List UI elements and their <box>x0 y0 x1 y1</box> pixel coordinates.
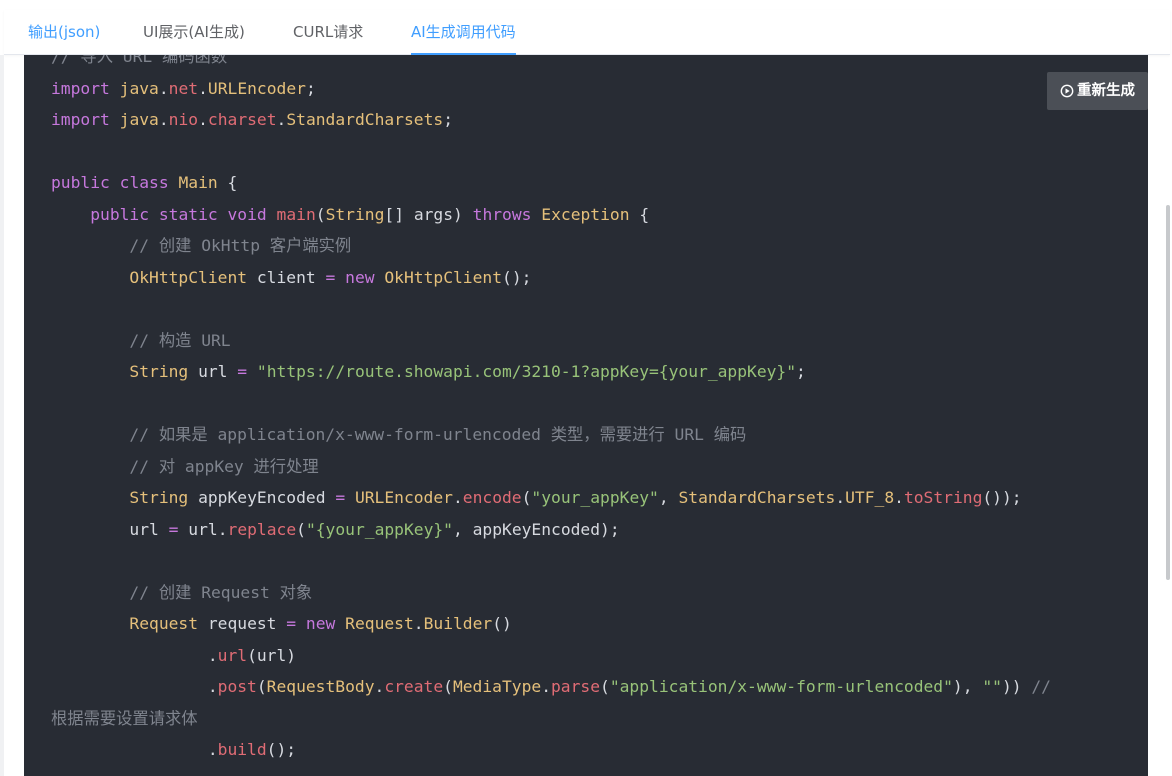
identifier: url <box>198 362 228 381</box>
comment: // <box>1031 677 1051 696</box>
code-line: .url(url) <box>51 645 297 665</box>
class-name: RequestBody <box>266 677 375 696</box>
tab-ui-display[interactable]: UI展示(AI生成) <box>143 10 245 54</box>
tab-ai-generated-code[interactable]: AI生成调用代码 <box>411 10 516 55</box>
left-gutter <box>0 55 4 776</box>
type-name: OkHttpClient <box>129 267 248 287</box>
class-name: URLEncoder <box>354 488 453 507</box>
code-line: 根据需要设置请求体 <box>51 703 1051 735</box>
code-block: // 导入 URL 编码函数 import java.net.URLEncoder… <box>51 55 1051 766</box>
class-name: MediaType <box>452 677 542 696</box>
class-name: StandardCharsets <box>286 110 444 129</box>
code-line: OkHttpClient client = new OkHttpClient()… <box>129 267 532 287</box>
string-literal: "{your_appKey}" <box>305 519 453 539</box>
method-name: post <box>217 677 257 696</box>
identifier: client <box>256 267 316 287</box>
type-name: String <box>129 362 189 381</box>
comment: // 如果是 application/x-www-form-urlencoded… <box>129 425 747 444</box>
identifier: url <box>188 519 218 539</box>
code-line: url = url.replace("{your_appKey}", appKe… <box>129 519 620 539</box>
play-circle-icon <box>1060 84 1074 98</box>
keyword: public <box>90 204 150 224</box>
class-name: Main <box>178 173 218 192</box>
identifier: args <box>413 204 454 224</box>
code-line: // 创建 OkHttp 客户端实例 <box>51 230 1051 262</box>
package: java <box>119 78 159 98</box>
regenerate-button-label: 重新生成 <box>1077 83 1135 99</box>
class-name: OkHttpClient <box>384 267 503 287</box>
method-name: url <box>217 645 248 665</box>
code-line: String url = "https://route.showapi.com/… <box>129 362 806 381</box>
identifier: url <box>129 519 159 539</box>
identifier: request <box>207 614 277 633</box>
method-name: create <box>384 677 444 696</box>
method-name: toString <box>903 488 983 507</box>
type-name: Exception <box>541 204 630 224</box>
keyword: import <box>51 110 110 129</box>
string-literal: "https://route.showapi.com/3210-1?appKey… <box>256 362 797 381</box>
package: java <box>119 110 159 129</box>
comment: // 构造 URL <box>129 330 231 350</box>
keyword: throws <box>472 204 532 224</box>
app-window: 输出(json) UI展示(AI生成) CURL请求 AI生成调用代码 // 导… <box>0 0 1172 776</box>
method-name: replace <box>227 519 297 539</box>
keyword: new <box>345 267 375 287</box>
identifier: url <box>256 645 287 665</box>
comment: // 创建 Request 对象 <box>129 582 313 602</box>
code-line: // 导入 URL 编码函数 <box>51 55 1051 73</box>
class-name: Builder <box>423 614 493 633</box>
keyword: static <box>158 204 218 224</box>
code-line: String appKeyEncoded = URLEncoder.encode… <box>129 488 1022 507</box>
method-name: encode <box>462 488 522 507</box>
keyword: public <box>51 173 110 192</box>
constant: UTF_8 <box>845 488 895 507</box>
type-name: Request <box>129 614 199 633</box>
code-line: import java.nio.charset.StandardCharsets… <box>51 110 453 129</box>
keyword: new <box>305 614 336 633</box>
method-name: build <box>217 740 267 759</box>
code-line: import java.net.URLEncoder; <box>51 78 316 98</box>
code-line: Request request = new Request.Builder() <box>129 614 512 633</box>
string-literal: "your_appKey" <box>531 488 659 507</box>
type-name: String <box>325 204 385 224</box>
comment: // 对 appKey 进行处理 <box>129 456 319 476</box>
code-line: .post(RequestBody.create(MediaType.parse… <box>51 677 1051 696</box>
comment: 根据需要设置请求体 <box>51 708 198 728</box>
method-name: main <box>276 204 316 224</box>
keyword: void <box>227 204 267 224</box>
comment: // 导入 URL 编码函数 <box>51 55 228 66</box>
code-line: // 构造 URL <box>51 325 1051 357</box>
method-name: parse <box>551 677 601 696</box>
code-line: // 如果是 application/x-www-form-urlencoded… <box>51 419 1051 451</box>
tab-output-json[interactable]: 输出(json) <box>28 10 100 54</box>
type-name: String <box>129 488 189 507</box>
vertical-scrollbar[interactable] <box>1166 205 1170 580</box>
string-literal: "" <box>982 677 1002 696</box>
keyword: class <box>119 173 169 192</box>
comment: // 创建 OkHttp 客户端实例 <box>129 236 352 255</box>
code-line: public static void main(String[] args) t… <box>90 204 650 224</box>
string-literal: "application/x-www-form-urlencoded" <box>609 677 953 696</box>
class-name: URLEncoder <box>207 78 306 98</box>
code-line: .build(); <box>51 740 297 759</box>
regenerate-button[interactable]: 重新生成 <box>1047 72 1148 110</box>
class-name: StandardCharsets <box>678 488 836 507</box>
code-line: public class Main { <box>51 173 238 192</box>
package: net <box>168 78 199 98</box>
keyword: import <box>51 78 110 98</box>
tab-curl-request[interactable]: CURL请求 <box>293 10 363 54</box>
identifier: appKeyEncoded <box>472 519 601 539</box>
package: charset <box>207 110 277 129</box>
class-name: Request <box>345 614 414 633</box>
package: nio <box>168 110 199 129</box>
identifier: appKeyEncoded <box>198 488 326 507</box>
code-panel: // 导入 URL 编码函数 import java.net.URLEncoder… <box>24 55 1148 776</box>
code-line: // 创建 Request 对象 <box>51 577 1051 609</box>
tab-bar: 输出(json) UI展示(AI生成) CURL请求 AI生成调用代码 <box>4 10 1170 55</box>
code-line: // 对 appKey 进行处理 <box>51 451 1051 483</box>
